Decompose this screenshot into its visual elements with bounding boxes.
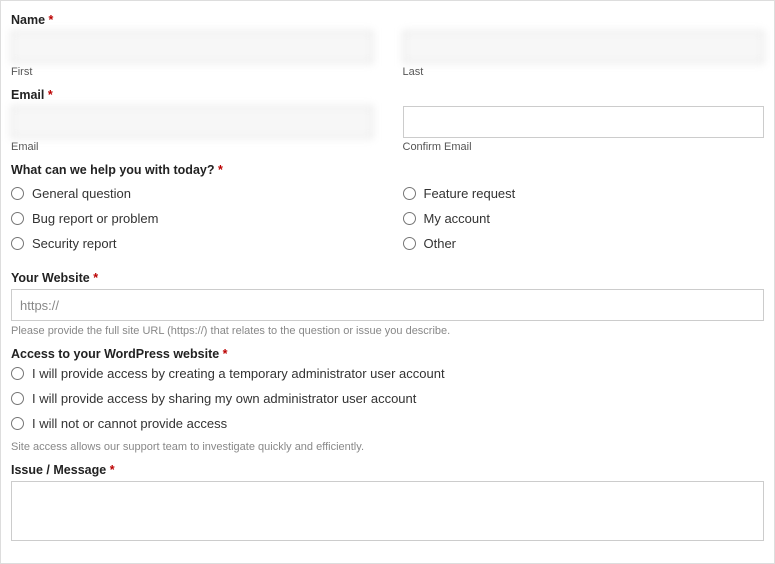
website-label-text: Your Website	[11, 271, 90, 285]
name-section: Name * First Last	[11, 13, 764, 78]
radio-access-own-admin[interactable]: I will provide access by sharing my own …	[11, 391, 764, 406]
website-input[interactable]	[11, 289, 764, 321]
help-section: What can we help you with today? * Gener…	[11, 163, 764, 261]
radio-input[interactable]	[11, 237, 24, 250]
radio-input[interactable]	[403, 187, 416, 200]
help-label-text: What can we help you with today?	[11, 163, 215, 177]
email-section: Email * Email Confirm Email	[11, 88, 764, 153]
confirm-email-sublabel: Confirm Email	[403, 141, 765, 153]
radio-label: Security report	[32, 236, 117, 251]
help-label: What can we help you with today? *	[11, 163, 764, 177]
radio-input[interactable]	[11, 367, 24, 380]
last-name-input[interactable]	[403, 31, 765, 63]
support-form: Name * First Last Email * Email	[0, 0, 775, 564]
radio-label: Other	[424, 236, 457, 251]
radio-bug-report[interactable]: Bug report or problem	[11, 211, 373, 226]
first-name-input[interactable]	[11, 31, 373, 63]
email-label-text: Email	[11, 88, 44, 102]
radio-security-report[interactable]: Security report	[11, 236, 373, 251]
email-sublabel: Email	[11, 141, 373, 153]
radio-input[interactable]	[11, 187, 24, 200]
radio-input[interactable]	[403, 212, 416, 225]
name-label-text: Name	[11, 13, 45, 27]
website-section: Your Website * Please provide the full s…	[11, 271, 764, 337]
issue-label-text: Issue / Message	[11, 463, 106, 477]
required-asterisk: *	[48, 88, 53, 102]
required-asterisk: *	[223, 347, 228, 361]
radio-other[interactable]: Other	[403, 236, 765, 251]
radio-general-question[interactable]: General question	[11, 186, 373, 201]
confirm-email-input[interactable]	[403, 106, 765, 138]
required-asterisk: *	[110, 463, 115, 477]
last-name-sublabel: Last	[403, 66, 765, 78]
radio-access-temp-admin[interactable]: I will provide access by creating a temp…	[11, 366, 764, 381]
access-section: Access to your WordPress website * I wil…	[11, 347, 764, 453]
required-asterisk: *	[49, 13, 54, 27]
radio-label: I will provide access by sharing my own …	[32, 391, 416, 406]
website-help-text: Please provide the full site URL (https:…	[11, 325, 764, 337]
issue-label: Issue / Message *	[11, 463, 764, 477]
radio-feature-request[interactable]: Feature request	[403, 186, 765, 201]
access-label-text: Access to your WordPress website	[11, 347, 219, 361]
name-label: Name *	[11, 13, 764, 27]
access-help-text: Site access allows our support team to i…	[11, 441, 764, 453]
help-options-left: General question Bug report or problem S…	[11, 181, 373, 261]
email-input[interactable]	[11, 106, 373, 138]
required-asterisk: *	[93, 271, 98, 285]
radio-label: My account	[424, 211, 490, 226]
radio-input[interactable]	[403, 237, 416, 250]
issue-section: Issue / Message *	[11, 463, 764, 544]
required-asterisk: *	[218, 163, 223, 177]
radio-input[interactable]	[11, 417, 24, 430]
radio-label: General question	[32, 186, 131, 201]
access-label: Access to your WordPress website *	[11, 347, 764, 361]
help-options-right: Feature request My account Other	[403, 181, 765, 261]
issue-textarea[interactable]	[11, 481, 764, 541]
first-name-sublabel: First	[11, 66, 373, 78]
website-label: Your Website *	[11, 271, 764, 285]
radio-label: I will not or cannot provide access	[32, 416, 227, 431]
radio-my-account[interactable]: My account	[403, 211, 765, 226]
radio-input[interactable]	[11, 392, 24, 405]
radio-input[interactable]	[11, 212, 24, 225]
radio-label: I will provide access by creating a temp…	[32, 366, 445, 381]
email-label: Email *	[11, 88, 764, 102]
radio-label: Bug report or problem	[32, 211, 158, 226]
radio-access-none[interactable]: I will not or cannot provide access	[11, 416, 764, 431]
radio-label: Feature request	[424, 186, 516, 201]
